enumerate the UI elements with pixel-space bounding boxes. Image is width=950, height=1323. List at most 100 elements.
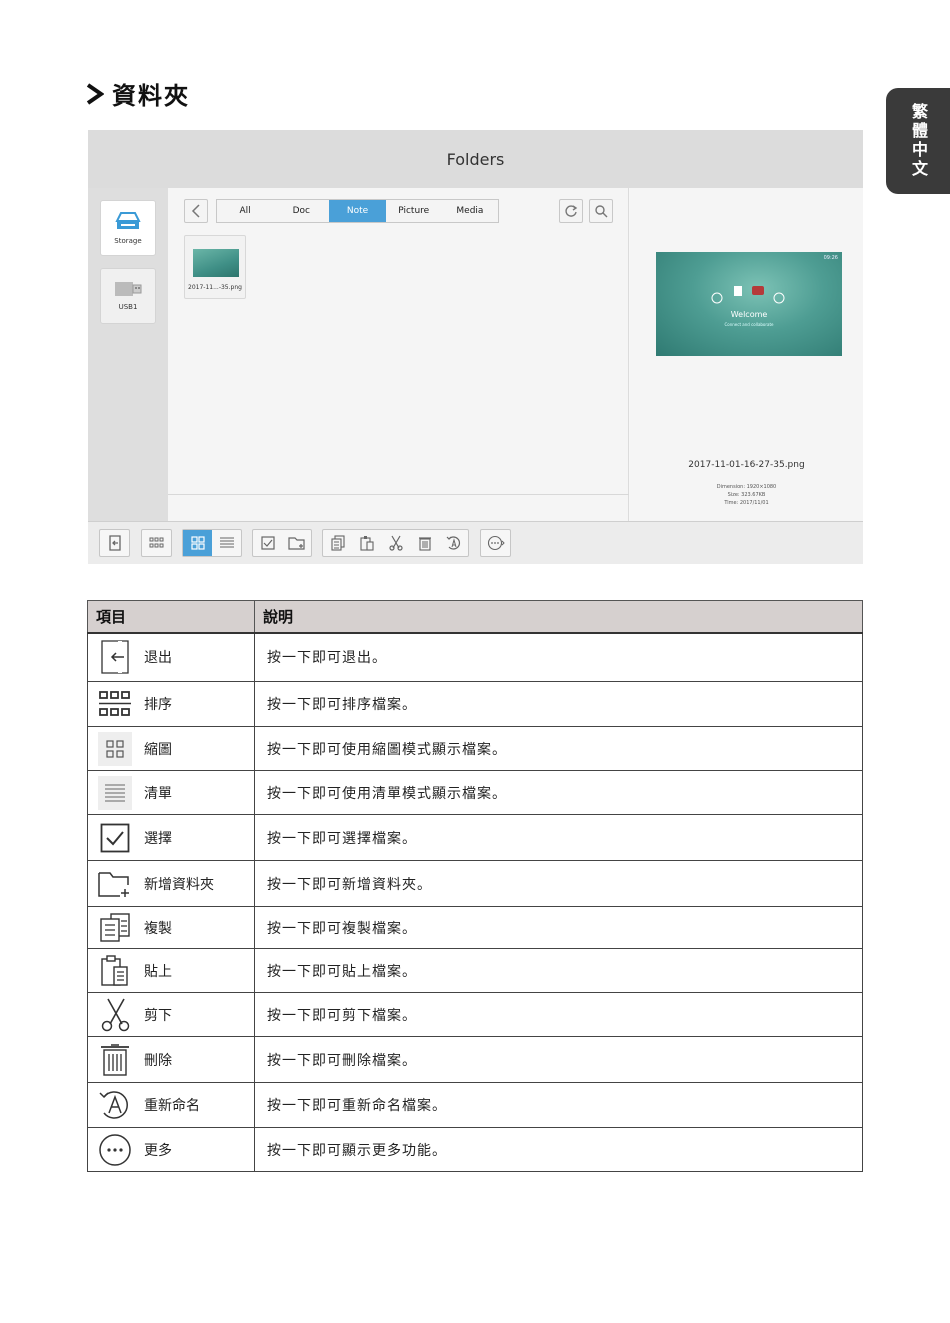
new-folder-icon: [98, 867, 132, 901]
file-thumbnail[interactable]: 2017-11...-35.png: [184, 235, 246, 299]
toolbar-select-button[interactable]: [253, 530, 282, 556]
toolbar-group-more: [480, 529, 511, 557]
preview-time: Time: 2017/11/01: [724, 500, 769, 506]
toolbar-new-folder-button[interactable]: [282, 530, 311, 556]
preview-welcome-subtext: Connect and collaborate: [724, 322, 774, 327]
source-storage[interactable]: Storage: [100, 200, 156, 256]
function-table: 項目 說明 退出 按一下即可退出。 排序 按一下即可排序檔案。 縮圖 按一下即可…: [87, 600, 863, 1172]
table-row: 縮圖 按一下即可使用縮圖模式顯示檔案。: [87, 726, 863, 771]
language-tab-label: 繁體中文: [909, 103, 928, 179]
row-item-label: 剪下: [144, 1007, 172, 1024]
table-row: 更多 按一下即可顯示更多功能。: [87, 1127, 863, 1172]
source-sidebar: Storage USB1: [88, 188, 168, 521]
folders-title: Folders: [446, 149, 505, 169]
row-description: 按一下即可使用清單模式顯示檔案。: [254, 770, 863, 815]
toolbar-list-button[interactable]: [212, 530, 241, 556]
back-button[interactable]: [184, 199, 208, 223]
toolbar-group-select: [252, 529, 312, 557]
filter-tabs: All Doc Note Picture Media: [216, 199, 499, 223]
folders-header: Folders: [88, 130, 863, 188]
toolbar-cut-button[interactable]: [381, 530, 410, 556]
row-item-label: 貼上: [144, 963, 172, 980]
row-item-label: 新增資料夾: [144, 876, 214, 893]
toolbar-copy-button[interactable]: [323, 530, 352, 556]
exit-icon: [108, 535, 121, 551]
toolbar-group-exit: [99, 529, 130, 557]
copy-icon: [98, 911, 132, 945]
more-icon: [98, 1133, 132, 1167]
usb-icon: [115, 282, 142, 296]
paste-icon: [98, 954, 132, 988]
row-item-label: 退出: [144, 650, 172, 667]
toolbar-sort-button[interactable]: [142, 530, 171, 556]
row-item-label: 刪除: [144, 1052, 172, 1069]
bottom-toolbar: [88, 521, 863, 564]
toolbar-paste-button[interactable]: [352, 530, 381, 556]
sort-icon: [149, 537, 163, 548]
chevron-left-icon: [191, 204, 200, 218]
list-icon: [219, 537, 234, 548]
folders-screenshot: Folders Storage USB1 All Doc Note Pictur…: [88, 130, 863, 564]
table-row: 貼上 按一下即可貼上檔案。: [87, 948, 863, 993]
table-row: 新增資料夾 按一下即可新增資料夾。: [87, 860, 863, 907]
row-description: 按一下即可新增資料夾。: [254, 860, 863, 907]
rename-icon: [98, 1088, 132, 1122]
row-item-label: 排序: [144, 697, 172, 713]
more-icon: [487, 535, 505, 551]
toolbar-more-button[interactable]: [481, 530, 510, 556]
preview-clock: 09:26: [823, 255, 838, 261]
tab-picture[interactable]: Picture: [386, 200, 442, 222]
row-description: 按一下即可選擇檔案。: [254, 814, 863, 861]
table-row: 複製 按一下即可複製檔案。: [87, 906, 863, 949]
tab-doc[interactable]: Doc: [273, 200, 329, 222]
toolbar-exit-button[interactable]: [100, 530, 129, 556]
list-icon: [98, 775, 132, 810]
tab-media[interactable]: Media: [442, 200, 498, 222]
row-description: 按一下即可重新命名檔案。: [254, 1082, 863, 1128]
source-storage-label: Storage: [114, 237, 142, 245]
row-description: 按一下即可複製檔案。: [254, 906, 863, 949]
row-item-label: 縮圖: [144, 741, 172, 758]
paste-icon: [359, 536, 374, 551]
file-browser: All Doc Note Picture Media 2017-11...-35…: [168, 188, 629, 521]
table-header-desc: 說明: [254, 600, 863, 634]
tab-note[interactable]: Note: [329, 200, 386, 222]
page-title: 資料夾: [112, 82, 190, 110]
search-button[interactable]: [589, 199, 613, 223]
sort-icon: [98, 687, 132, 721]
row-item-label: 選擇: [144, 830, 172, 847]
rename-icon: [446, 536, 460, 550]
row-description: 按一下即可使用縮圖模式顯示檔案。: [254, 726, 863, 771]
preview-dimension: Dimension: 1920×1080: [716, 484, 777, 490]
file-thumbnail-image: [193, 249, 239, 277]
toolbar-group-view: [182, 529, 242, 557]
select-icon: [260, 536, 275, 550]
chevron-right-icon: [86, 82, 104, 105]
table-row: 清單 按一下即可使用清單模式顯示檔案。: [87, 770, 863, 815]
refresh-icon: [565, 205, 578, 217]
exit-icon: [98, 640, 132, 674]
source-usb1-label: USB1: [118, 303, 138, 311]
toolbar-rename-button[interactable]: [439, 530, 468, 556]
tab-all[interactable]: All: [217, 200, 273, 222]
row-description: 按一下即可剪下檔案。: [254, 992, 863, 1037]
new-folder-icon: [287, 537, 305, 550]
toolbar-group-edit: [322, 529, 469, 557]
row-item-label: 清單: [144, 785, 172, 802]
file-thumbnail-name: 2017-11...-35.png: [188, 284, 242, 291]
cut-icon: [388, 535, 403, 551]
language-tab: 繁體中文: [886, 88, 950, 194]
toolbar-group-sort: [141, 529, 172, 557]
row-item-label: 更多: [144, 1142, 172, 1159]
table-row: 重新命名 按一下即可重新命名檔案。: [87, 1082, 863, 1128]
preview-app-icons: [711, 286, 785, 304]
preview-welcome-text: Welcome: [730, 310, 768, 319]
row-item-label: 重新命名: [144, 1098, 200, 1114]
toolbar-thumbnail-button[interactable]: [183, 530, 212, 556]
toolbar-delete-button[interactable]: [410, 530, 439, 556]
preview-image: 09:26 Welcome Connect and collaborate: [656, 252, 842, 356]
source-usb1[interactable]: USB1: [100, 268, 156, 324]
refresh-button[interactable]: [559, 199, 583, 223]
table-header-item: 項目: [87, 600, 255, 634]
row-description: 按一下即可刪除檔案。: [254, 1036, 863, 1083]
